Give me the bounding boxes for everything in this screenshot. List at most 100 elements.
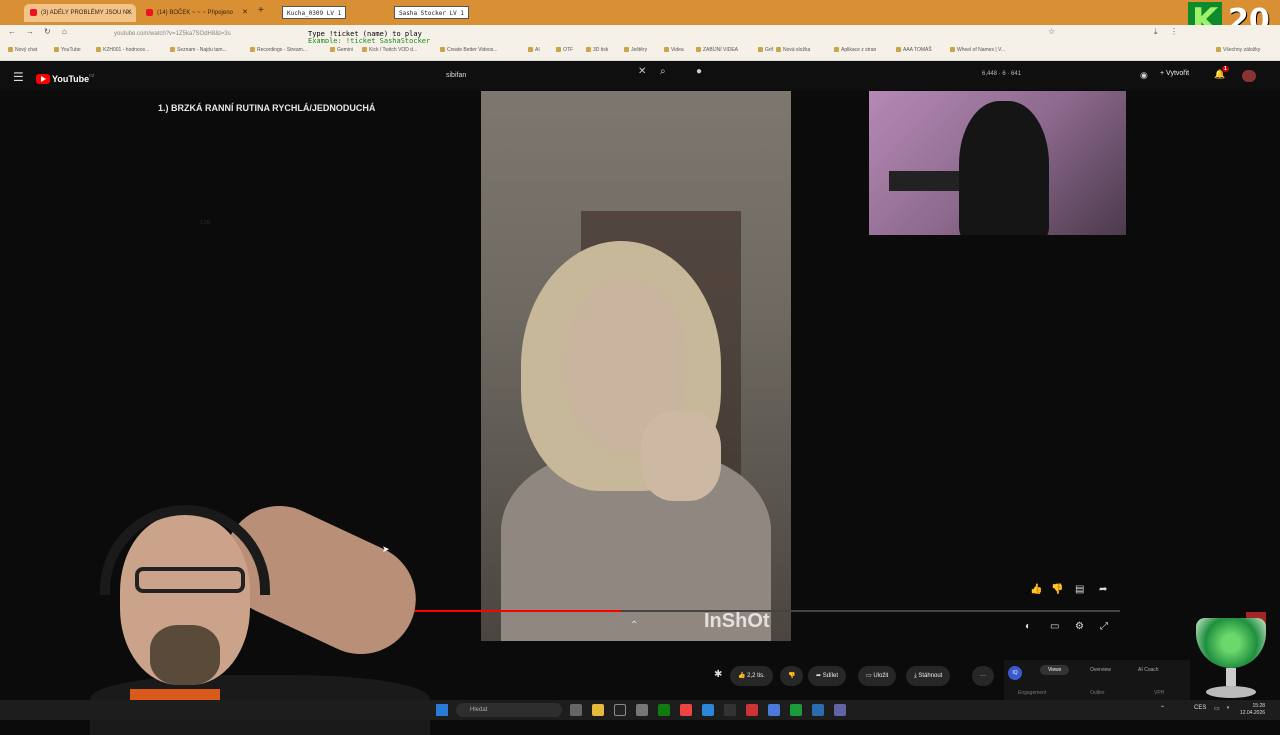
dislike-icon[interactable]: 👎 — [1051, 584, 1063, 595]
bookmark-item[interactable]: Gemini — [330, 47, 353, 53]
close-tab-icon[interactable]: ✕ — [126, 4, 132, 22]
bookmark-star-icon[interactable]: ☆ — [1048, 27, 1055, 36]
play-app-icon[interactable] — [790, 704, 802, 716]
bookmark-item[interactable]: Ještěry — [624, 47, 647, 53]
all-bookmarks[interactable]: Všechny záložky — [1216, 47, 1260, 53]
browser-tab-bar: (3) ADÉLY PROBLÉMY JSOU N... ✕ (14) BOČE… — [0, 0, 1280, 40]
vscode-icon[interactable] — [812, 704, 824, 716]
create-button[interactable]: + Vytvořit — [1160, 70, 1189, 77]
tab-overview[interactable]: Overview — [1090, 667, 1111, 673]
taskbar-search[interactable]: Hledat — [456, 703, 562, 717]
video-watermark: InShOt — [704, 610, 770, 632]
save-button[interactable]: ▭ Uložit — [858, 666, 897, 686]
fullscreen-icon[interactable]: ⤢ — [1100, 621, 1108, 632]
dislike-button[interactable]: 👎 — [780, 666, 804, 686]
bookmark-item[interactable]: Grif — [758, 47, 773, 53]
bookmarks-bar: Nový chat YouTube KZH001 - hodnoce... Se… — [0, 43, 1280, 61]
tab-views[interactable]: Views — [1040, 665, 1070, 675]
like-button[interactable]: 👍 2,2 tis. — [730, 666, 773, 686]
settings-gear-icon[interactable]: ⚙ — [1075, 621, 1084, 632]
bookmark-item[interactable]: Nová složka — [776, 47, 810, 53]
like-icon[interactable]: 👍 — [1030, 584, 1042, 595]
edge-icon[interactable] — [702, 704, 714, 716]
subtitles-icon[interactable]: ▭ — [1050, 621, 1059, 632]
app-icon[interactable] — [724, 704, 736, 716]
opera-icon[interactable] — [746, 704, 758, 716]
bookmark-item[interactable]: 3D tisk — [586, 47, 608, 53]
download-button[interactable]: ⤓ Stáhnout — [906, 666, 951, 686]
bookmark-item[interactable]: Aplikace z stran — [834, 47, 876, 53]
webcam-overlay-top — [869, 91, 1126, 235]
network-icon[interactable]: ▭ — [1214, 705, 1220, 712]
language-indicator[interactable]: CES — [1194, 705, 1206, 711]
share-button[interactable]: ➦ Sdílet — [808, 666, 847, 686]
metric-vph: VPH — [1154, 690, 1165, 696]
bookmark-item[interactable]: Nový chat — [8, 47, 37, 53]
volume-icon[interactable]: ◖ — [1226, 705, 1230, 711]
forward-icon[interactable]: → — [26, 27, 34, 36]
home-icon[interactable]: ⌂ — [62, 27, 67, 36]
file-explorer-icon[interactable] — [592, 704, 604, 716]
search-input[interactable]: sibifan — [436, 68, 656, 84]
analytics-panel: IQ Views Overview AI Coach Engagement Ou… — [1004, 660, 1190, 700]
youtube-favicon-icon — [30, 8, 37, 16]
bookmark-item[interactable]: Wheel of Names | V... — [950, 47, 1005, 53]
chrome-icon[interactable] — [680, 704, 692, 716]
comment-icon[interactable]: ▤ — [1075, 584, 1084, 595]
xbox-icon[interactable] — [658, 704, 670, 716]
clock[interactable]: 15:28 12.04.2026 — [1240, 703, 1265, 717]
bookmark-item[interactable]: ZABÍJNÍ VIDEA — [696, 47, 738, 53]
notifications-bell-icon[interactable]: 🔔 1 — [1214, 66, 1229, 80]
microphone-icon[interactable]: ● — [696, 66, 702, 77]
clear-search-icon[interactable]: ✕ — [638, 66, 646, 77]
video-player[interactable]: InShOt — [481, 91, 791, 641]
expand-icon[interactable]: ⌃ — [630, 620, 638, 631]
bookmark-item[interactable]: OTF — [556, 47, 573, 53]
bookmark-item[interactable]: Recordings - Stream... — [250, 47, 307, 53]
task-view-icon[interactable] — [570, 704, 582, 716]
download-icon[interactable]: ⤓ — [1154, 27, 1158, 37]
close-tab-icon[interactable]: ✕ — [242, 4, 248, 22]
hype-icon[interactable]: ✱ — [714, 669, 722, 680]
bookmark-item[interactable]: AAA TOMÁŠ — [896, 47, 932, 53]
autoplay-toggle[interactable]: ◐ — [1025, 621, 1031, 632]
settings-app-icon[interactable] — [636, 704, 648, 716]
mouse-cursor-icon: ➤ — [382, 544, 390, 554]
tab-second[interactable]: (14) BOČEK ~ ~ ~ Připojeno ✕ — [140, 4, 252, 22]
more-actions-button[interactable]: ··· — [972, 666, 994, 686]
youtube-favicon-icon — [146, 8, 153, 16]
bookmark-item[interactable]: Videa — [664, 47, 684, 53]
url-field[interactable]: youtube.com/watch?v=1Z5ka7SOdH8&t=3s — [96, 28, 1026, 40]
avatar[interactable] — [1242, 70, 1256, 82]
camera-icon[interactable]: ◉ — [1140, 70, 1148, 81]
bookmark-item[interactable]: Create Better Videos... — [440, 47, 498, 53]
tiktok-icon[interactable] — [614, 704, 626, 716]
teams-icon[interactable] — [834, 704, 846, 716]
hamburger-menu-icon[interactable]: ☰ — [13, 70, 24, 84]
overlay-chip: Kucha_0309 LV 1 — [282, 6, 347, 19]
tab-label: (14) BOČEK ~ ~ ~ Připojeno — [157, 10, 233, 16]
search-icon[interactable]: ⌕ — [660, 66, 666, 77]
bookmark-item[interactable]: YouTube — [54, 47, 81, 53]
trophy-stem — [1226, 668, 1236, 686]
bookmark-item[interactable]: Kick / Twitch VOD d... — [362, 47, 417, 53]
back-icon[interactable]: ← — [8, 27, 16, 36]
tab-active[interactable]: (3) ADÉLY PROBLÉMY JSOU N... ✕ — [24, 4, 136, 22]
trophy-cup — [1196, 618, 1266, 668]
reload-icon[interactable]: ↻ — [44, 27, 51, 36]
windows-start-icon[interactable] — [436, 704, 448, 716]
youtube-play-icon — [36, 73, 50, 84]
glasses-icon — [135, 567, 245, 593]
new-tab-button[interactable]: + — [258, 5, 264, 16]
tray-chevron-icon[interactable]: ⌃ — [1160, 705, 1165, 712]
bookmark-item[interactable]: AI — [528, 47, 540, 53]
notes-icon[interactable] — [768, 704, 780, 716]
bookmark-item[interactable]: KZH001 - hodnoce... — [96, 47, 149, 53]
tab-ai-coach[interactable]: AI Coach — [1138, 667, 1159, 673]
share-icon[interactable]: ➦ — [1099, 584, 1107, 595]
webcam-beard — [150, 625, 220, 685]
youtube-logo[interactable]: YouTubeCZ — [36, 70, 95, 84]
address-bar: ← → ↻ ⌂ youtube.com/watch?v=1Z5ka7SOdH8&… — [0, 25, 1280, 43]
bookmark-item[interactable]: Seznam - Najdu tam... — [170, 47, 227, 53]
menu-icon[interactable]: ⋮ — [1170, 27, 1178, 36]
